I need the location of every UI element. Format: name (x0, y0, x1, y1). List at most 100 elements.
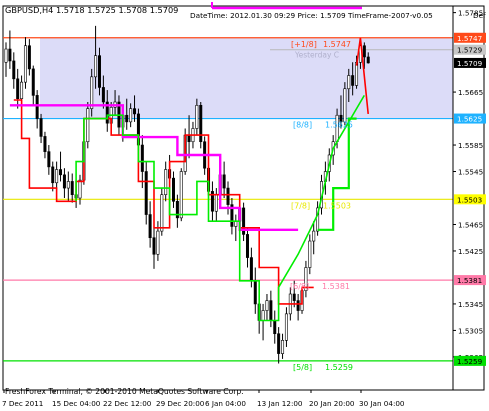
chart-window: Yesterday C [+1/8] 1.5747 [8/8] 1.5625 [7/8]… (0, 0, 489, 411)
candle-body (273, 320, 277, 335)
level-name-1: [8/8] (293, 121, 312, 130)
candle-body (43, 136, 47, 152)
time-tick-label: 20 Jan 20:00 (309, 399, 355, 408)
candle-body (16, 78, 20, 99)
time-tick-label: 7 Dec 2011 (2, 399, 43, 408)
candle-body (35, 95, 39, 119)
candle-body (214, 194, 218, 212)
time-tick-label: 13 Jan 12:00 (257, 399, 303, 408)
candle-body (90, 76, 94, 109)
candle-body (51, 166, 55, 184)
candle-body (366, 56, 370, 64)
candle-body (187, 134, 191, 143)
candle-body (199, 105, 203, 143)
candle-body (222, 174, 226, 189)
info-line: DateTime: 2012.01.30 09:29 Price: 1.5709… (190, 11, 433, 20)
price-chart: Yesterday C [+1/8] 1.5747 [8/8] 1.5625 [7/8]… (0, 0, 489, 411)
candle-body (308, 240, 312, 268)
level-name-3: [6/8] (290, 282, 309, 291)
candle-body (20, 81, 24, 99)
candle-body (249, 257, 253, 282)
candle-body (312, 230, 316, 242)
candle-body (253, 280, 257, 305)
time-tick-label: 29 Dec 20:00 (156, 399, 205, 408)
price-tag-label: 1.5729 (457, 46, 483, 55)
candle-body (144, 171, 148, 215)
candle-body (8, 48, 12, 62)
candle-body (269, 300, 273, 321)
time-tick-label: 30 Jan 04:00 (359, 399, 405, 408)
def-label: Def (473, 11, 486, 20)
candle-body (125, 114, 129, 123)
price-tick-label: 1.5345 (458, 300, 483, 309)
candle-body (86, 108, 90, 143)
candle-body (347, 75, 351, 90)
candle-body (152, 237, 156, 255)
candle-body (133, 108, 137, 115)
price-tag-label: 1.5709 (457, 59, 483, 68)
candle-body (245, 234, 249, 258)
level-value-2: 1.5503 (323, 201, 351, 210)
level-name-0: [+1/8] (291, 40, 317, 49)
level-value-0: 1.5747 (323, 40, 351, 49)
level-value-1: 1.5625 (325, 121, 353, 130)
candle-body (55, 169, 59, 184)
price-tag-label: 1.5503 (457, 195, 482, 204)
candle-body (66, 181, 70, 189)
candle-body (59, 169, 63, 176)
candle-body (362, 45, 366, 58)
candle-body (284, 313, 288, 341)
candle-body (39, 118, 43, 137)
candle-body (179, 171, 183, 219)
candle-body (101, 87, 105, 103)
candle-body (343, 88, 347, 123)
candle-body (78, 179, 82, 199)
candle-body (355, 61, 359, 86)
candle-body (160, 194, 164, 232)
price-tick-label: 1.5665 (458, 88, 483, 97)
candle-body (62, 174, 66, 189)
candle-body (140, 144, 144, 172)
candle-body (70, 181, 74, 195)
candle-body (171, 177, 175, 202)
level-value-3: 1.5381 (322, 282, 350, 291)
candle-body (27, 45, 31, 70)
time-tick-label: 6 Jan 04:00 (205, 399, 246, 408)
level-name-2: [7/8] (291, 201, 310, 210)
price-tick-label: 1.5545 (458, 168, 483, 177)
candle-body (351, 75, 355, 86)
candle-body (47, 151, 51, 168)
price-tag-label: 1.5259 (457, 357, 483, 366)
symbol-quote: GBPUSD,H4 1.5718 1.5725 1.5708 1.5709 (5, 5, 178, 15)
candle-body (261, 310, 265, 321)
copyright-footer: FreshForex Terminal, © 2001-2010 MetaQuo… (5, 387, 244, 396)
candle-body (292, 293, 296, 301)
candle-body (129, 108, 133, 123)
price-tick-label: 1.5305 (458, 326, 483, 335)
candle-body (97, 55, 101, 88)
candle-body (164, 169, 168, 195)
price-tag-label: 1.5747 (457, 34, 482, 43)
price-tick-label: 1.5585 (458, 141, 483, 150)
price-tag-label: 1.5625 (457, 115, 482, 124)
yesterday-label: Yesterday C (294, 51, 339, 60)
candle-body (12, 60, 16, 80)
candle-body (23, 45, 27, 83)
candle-body (148, 214, 152, 239)
candle-body (226, 187, 230, 205)
candle-body (265, 300, 269, 311)
price-tag-label: 1.5381 (457, 276, 482, 285)
candle-body (277, 333, 281, 354)
candle-body (296, 300, 300, 311)
candle-body (281, 340, 285, 354)
candle-body (94, 55, 98, 78)
level-value-4: 1.5259 (325, 363, 353, 372)
candle-body (156, 230, 160, 255)
time-tick-label: 15 Dec 04:00 (52, 399, 101, 408)
candle-body (195, 105, 199, 129)
price-tick-label: 1.5465 (458, 220, 483, 229)
time-tick-label: 22 Dec 12:00 (103, 399, 152, 408)
price-tick-label: 1.5425 (458, 247, 483, 256)
candle-body (31, 68, 35, 96)
level-name-4: [5/8] (293, 363, 312, 372)
